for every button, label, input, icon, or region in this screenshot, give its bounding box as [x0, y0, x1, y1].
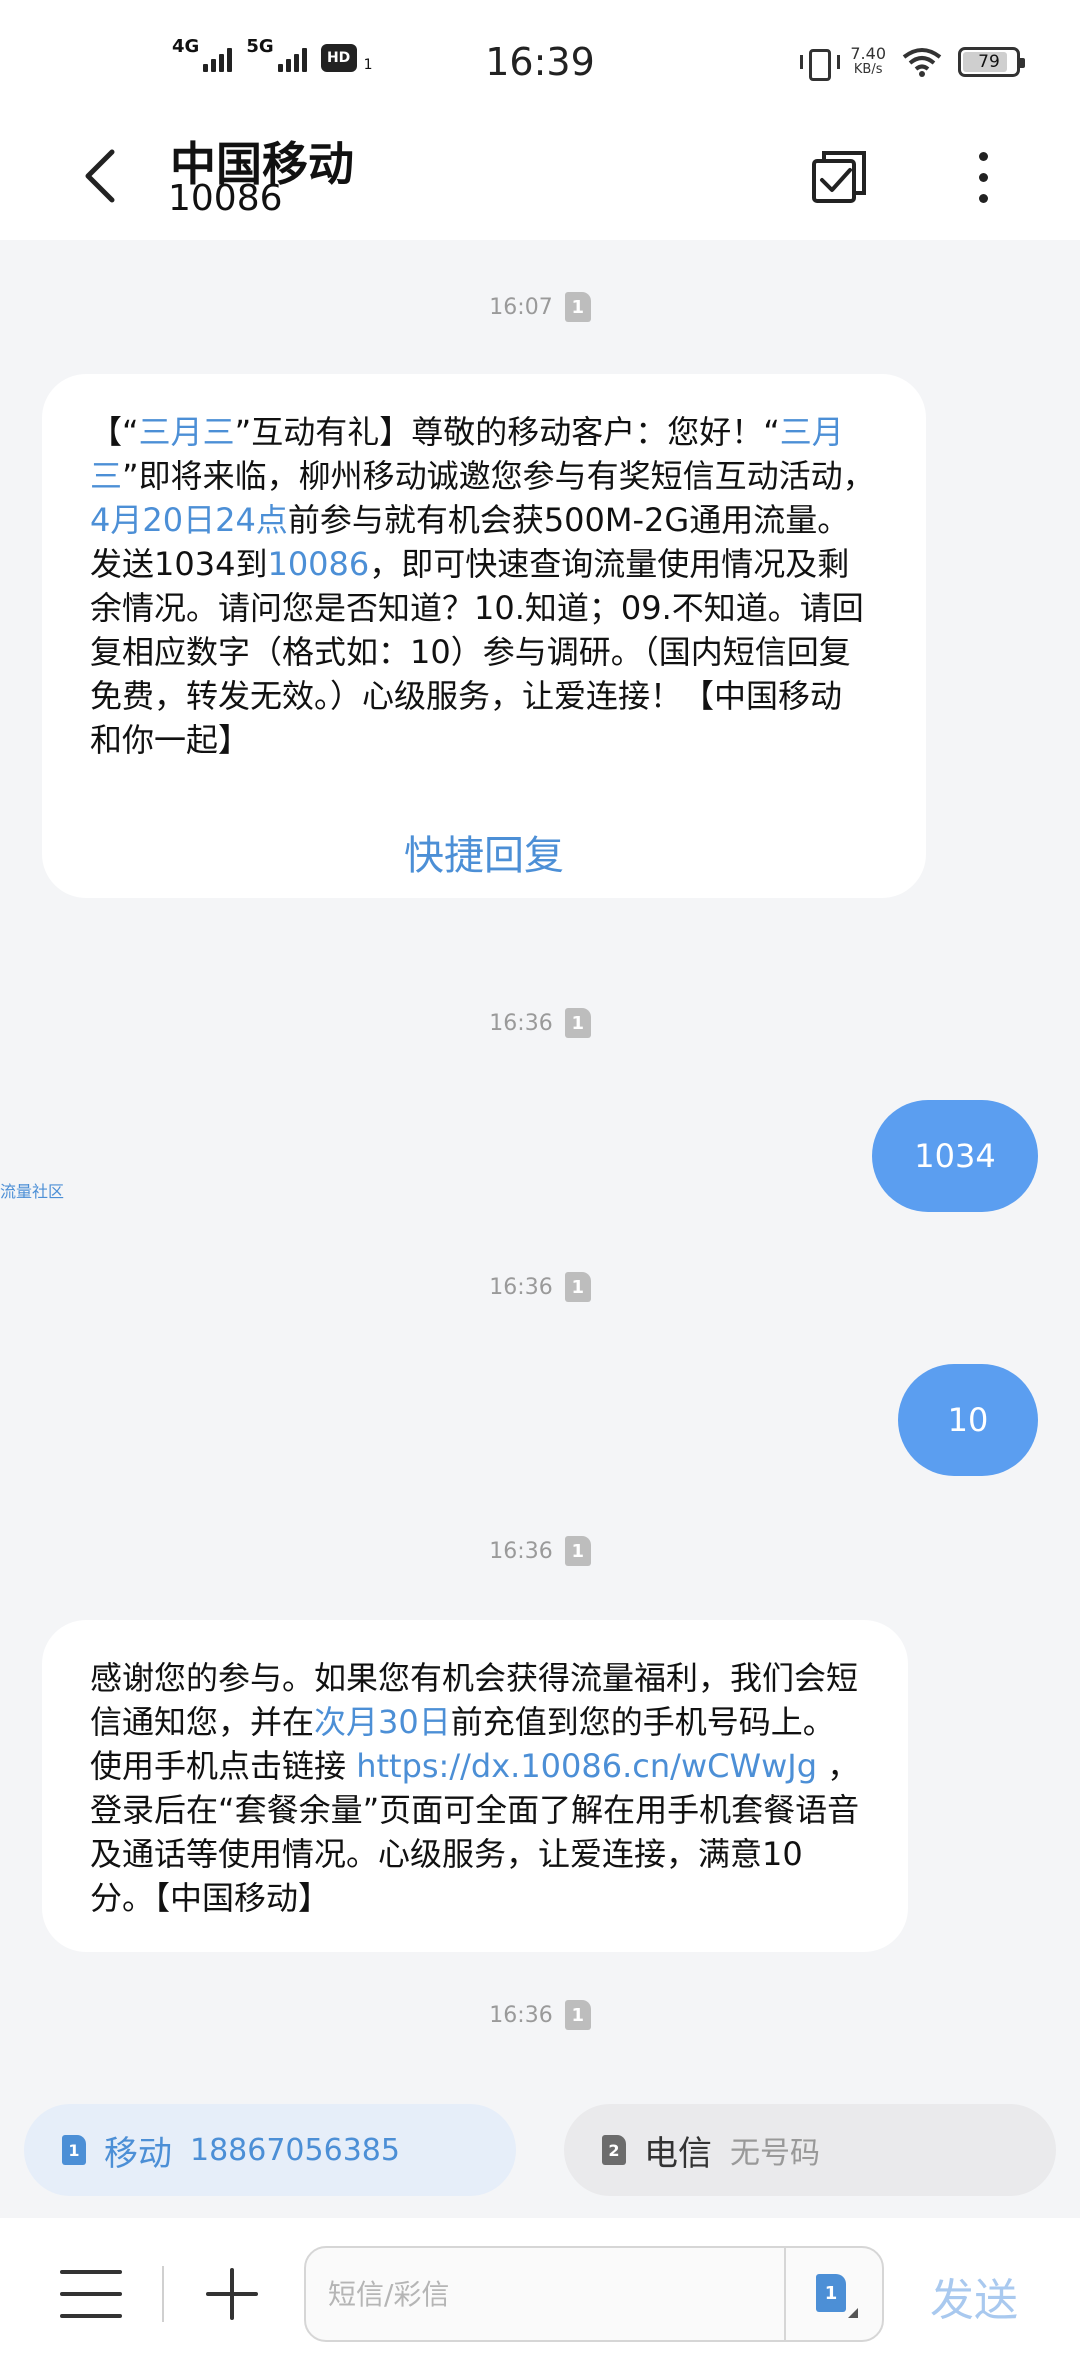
timestamp-text: 16:36 [489, 2002, 553, 2028]
phone-link[interactable]: 10086 [267, 545, 369, 583]
menu-icon [60, 2270, 122, 2274]
timestamp: 16:36 1 [0, 1008, 1080, 1038]
status-bar: 4G 5G HD 1 16:39 7.40 KB/s 79 [0, 0, 1080, 130]
send-sim-selector[interactable]: 1 [816, 2274, 858, 2318]
message-text: 【“三月三”互动有礼】尊敬的移动客户：您好！“三月三”即将来临，柳州移动诚邀您参… [90, 413, 875, 759]
divider [162, 2266, 164, 2322]
side-shortcut-label[interactable]: 流量社区 [0, 1178, 64, 1202]
sim-card-icon: 1 [564, 2000, 591, 2030]
system-indicators: 7.40 KB/s 79 [800, 46, 1025, 81]
speed-value: 7.40 [850, 44, 886, 63]
date-link[interactable]: 次月30日 [314, 1703, 451, 1741]
network-speed: 7.40 KB/s [850, 46, 886, 78]
multi-select-button[interactable] [805, 142, 875, 212]
timestamp-text: 16:07 [489, 294, 553, 320]
timestamp: 16:36 1 [0, 1536, 1080, 1566]
outgoing-message[interactable]: 1034 [872, 1100, 1038, 1212]
incoming-message[interactable]: 【“三月三”互动有礼】尊敬的移动客户：您好！“三月三”即将来临，柳州移动诚邀您参… [42, 374, 926, 898]
timestamp: 16:36 1 [0, 1272, 1080, 1302]
timestamp-text: 16:36 [489, 1010, 553, 1036]
sim-card-icon: 1 [564, 1536, 591, 1566]
timestamp-text: 16:36 [489, 1274, 553, 1300]
sim-selector: 1 移动 18867056385 2 电信 无号码 [0, 2082, 1080, 2202]
speed-unit: KB/s [853, 62, 883, 77]
checkbox-icon [812, 151, 866, 203]
chevron-left-icon [85, 149, 115, 203]
attach-button[interactable] [200, 2262, 264, 2326]
conversation-header: 中国移动 10086 [0, 120, 1080, 240]
message-input-box: 1 [304, 2246, 884, 2342]
wifi-icon [902, 48, 942, 77]
sim2-carrier: 电信 [644, 2133, 712, 2174]
battery-level: 79 [978, 52, 1000, 72]
vibrate-icon [800, 47, 841, 81]
sim-card-icon: 1 [62, 2135, 86, 2165]
message-text: 感谢您的参与。如果您有机会获得流量福利，我们会短信通知您，并在次月30日前充值到… [90, 1659, 860, 1917]
sim-card-icon: 1 [564, 1272, 591, 1302]
message-composer: 1 发送 [0, 2218, 1080, 2376]
incoming-message[interactable]: 感谢您的参与。如果您有机会获得流量福利，我们会短信通知您，并在次月30日前充值到… [42, 1620, 908, 1952]
menu-button[interactable] [60, 2264, 122, 2324]
quick-reply-button[interactable]: 快捷回复 [90, 832, 878, 880]
battery-icon: 79 [958, 47, 1025, 77]
sim-card-icon: 1 [564, 292, 591, 322]
sim2-option[interactable]: 2 电信 无号码 [564, 2104, 1056, 2196]
more-vertical-icon [978, 151, 988, 203]
date-link[interactable]: 4月20日24点 [90, 501, 288, 539]
input-divider [784, 2248, 786, 2340]
dropdown-corner-icon [848, 2308, 858, 2318]
top-bar: 4G 5G HD 1 16:39 7.40 KB/s 79 中国移动 10086 [0, 0, 1080, 240]
sim1-option[interactable]: 1 移动 18867056385 [24, 2104, 516, 2196]
sim1-number: 18867056385 [190, 2132, 400, 2168]
timestamp: 16:36 1 [0, 2000, 1080, 2030]
highlight-link[interactable]: 三月三 [139, 413, 235, 451]
contact-number: 10086 [168, 178, 283, 219]
sim-card-icon: 1 [564, 1008, 591, 1038]
more-options-button[interactable] [948, 142, 1018, 212]
timestamp: 16:07 1 [0, 292, 1080, 322]
outgoing-message[interactable]: 10 [898, 1364, 1038, 1476]
back-button[interactable] [70, 136, 130, 216]
sim1-carrier: 移动 [104, 2133, 172, 2174]
url-link[interactable]: https://dx.10086.cn/wCWwJg [356, 1747, 817, 1785]
sim-card-icon: 1 [816, 2274, 846, 2312]
timestamp-text: 16:36 [489, 1538, 553, 1564]
message-input[interactable] [326, 2248, 766, 2340]
send-button[interactable]: 发送 [930, 2264, 1018, 2328]
sim2-number: 无号码 [730, 2136, 820, 2171]
sim-card-icon: 2 [602, 2135, 626, 2165]
